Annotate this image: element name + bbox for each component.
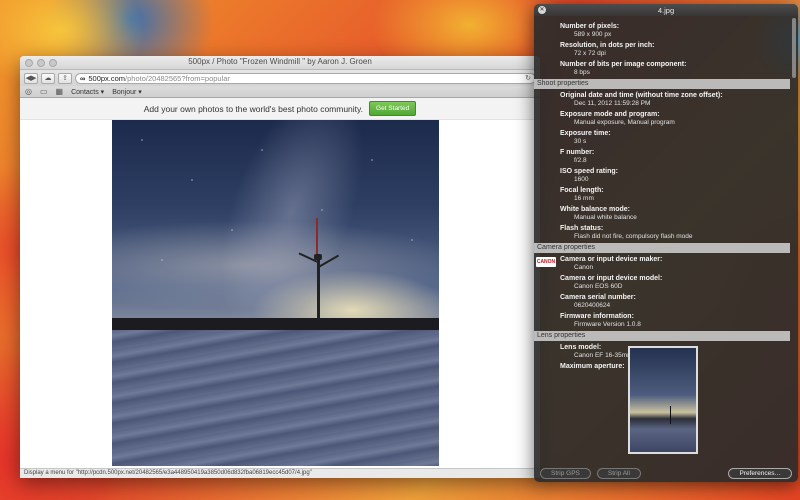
property-label: Exposure mode and program:: [560, 111, 660, 118]
promo-banner: Add your own photos to the world's best …: [20, 98, 540, 120]
property-row: Camera or input device model: Canon EOS …: [534, 274, 790, 291]
property-row: Number of bits per image component: 8 bp…: [534, 60, 790, 77]
property-label: Firmware information:: [560, 313, 634, 320]
window-title: 500px / Photo "Frozen Windmill " by Aaro…: [188, 57, 372, 66]
property-value: Manual exposure, Manual program: [574, 119, 675, 126]
property-value: Flash did not fire, compulsory flash mod…: [574, 233, 693, 240]
property-label: Number of bits per image component:: [560, 61, 687, 68]
reading-list-icon[interactable]: ◎: [25, 87, 32, 96]
property-row: Exposure mode and program: Manual exposu…: [534, 110, 790, 127]
property-value: Canon EOS 60D: [574, 283, 623, 290]
close-icon[interactable]: ✕: [538, 6, 546, 14]
property-row: F number: f/2.8: [534, 148, 790, 165]
windmill-blade: [316, 218, 318, 258]
camera-properties-block: CANON Camera or input device maker: Cano…: [534, 255, 790, 329]
property-value: f/2.8: [574, 157, 587, 164]
main-photo[interactable]: [112, 120, 439, 466]
address-bar[interactable]: ∞ 500px.com/photo/20482565?from=popular …: [75, 72, 536, 84]
property-label: Original date and time (without time zon…: [560, 92, 723, 99]
get-started-button[interactable]: Get Started: [369, 101, 417, 116]
property-row: Resolution, in dots per inch: 72 x 72 dp…: [534, 41, 790, 58]
property-row: Firmware information: Firmware Version 1…: [534, 312, 790, 329]
property-value: 589 x 900 px: [574, 31, 612, 38]
info-panel-titlebar[interactable]: ✕ 4.jpg: [534, 4, 798, 16]
window-titlebar[interactable]: 500px / Photo "Frozen Windmill " by Aaro…: [20, 56, 540, 70]
url-host: 500px.com: [88, 73, 126, 83]
promo-text: Add your own photos to the world's best …: [143, 103, 364, 114]
browser-window: 500px / Photo "Frozen Windmill " by Aaro…: [20, 56, 540, 478]
forward-arrow-icon: ▶: [31, 75, 37, 82]
cloud-icon: ☁: [44, 75, 52, 82]
bookmarks-book-icon[interactable]: ▭: [40, 87, 48, 96]
property-label: ISO speed rating:: [560, 168, 618, 175]
property-row: Focal length: 16 mm: [534, 186, 790, 203]
bookmark-bonjour[interactable]: Bonjour ▾: [112, 88, 142, 96]
property-row: Camera serial number: 0620400624: [534, 293, 790, 310]
property-label: White balance mode:: [560, 206, 631, 213]
site-logo-icon: ∞: [80, 73, 86, 83]
thumbnail-windmill: [670, 406, 671, 424]
property-value: 8 bps: [574, 69, 590, 76]
photo-thumbnail: [628, 346, 698, 454]
property-row: Exposure time: 30 s: [534, 129, 790, 146]
property-label: Focal length:: [560, 187, 604, 194]
top-sites-grid-icon[interactable]: ▦: [56, 87, 64, 96]
property-row: White balance mode: Manual white balance: [534, 205, 790, 222]
shoot-properties-header: Shoot properties: [534, 79, 790, 89]
bookmarks-bar: ◎ ▭ ▦ Contacts ▾ Bonjour ▾: [20, 86, 540, 98]
property-value: 16 mm: [574, 195, 594, 202]
photo-snow: [112, 330, 439, 466]
property-row: ISO speed rating: 1600: [534, 167, 790, 184]
property-value: Dec 11, 2012 11:59:28 PM: [574, 100, 651, 107]
property-value: 30 s: [574, 138, 587, 145]
property-row: Camera or input device maker: Canon: [534, 255, 790, 272]
property-label: Resolution, in dots per inch:: [560, 42, 655, 49]
preferences-button[interactable]: Preferences…: [728, 467, 792, 479]
property-label: Exposure time:: [560, 130, 611, 137]
info-panel-scrollbar[interactable]: [792, 18, 796, 78]
property-row: Number of pixels: 589 x 900 px: [534, 22, 790, 39]
lens-properties-header: Lens properties: [534, 331, 790, 341]
info-panel: ✕ 4.jpg Number of pixels: 589 x 900 px R…: [534, 4, 798, 482]
property-label: Flash status:: [560, 225, 604, 232]
property-value: 1600: [574, 176, 589, 183]
browser-toolbar: ◀ ▶ ☁ ⇪ ∞ 500px.com/photo/20482565?from=p…: [20, 70, 540, 86]
property-value: 72 x 72 dpi: [574, 50, 606, 57]
bookmark-contacts[interactable]: Contacts ▾: [71, 88, 104, 96]
camera-properties-header: Camera properties: [534, 243, 790, 253]
property-value: 0620400624: [574, 302, 611, 309]
share-icon: ⇪: [62, 75, 68, 82]
info-panel-footer: Strip GPS Strip All Preferences…: [534, 464, 798, 482]
property-value: Manual white balance: [574, 214, 637, 221]
property-label: F number:: [560, 149, 595, 156]
url-path: /photo/20482565?from=popular: [125, 73, 230, 83]
property-label: Camera serial number:: [560, 294, 636, 301]
strip-all-button[interactable]: Strip All: [596, 467, 641, 479]
photo-viewer: [20, 120, 540, 466]
property-label: Camera or input device maker:: [560, 256, 663, 263]
property-value: Canon: [574, 264, 594, 271]
share-button[interactable]: ⇪: [58, 72, 72, 84]
icloud-tabs-button[interactable]: ☁: [41, 72, 55, 84]
property-label: Number of pixels:: [560, 23, 620, 30]
property-row: Original date and time (without time zon…: [534, 91, 790, 108]
property-row: Flash status: Flash did not fire, compul…: [534, 224, 790, 241]
canon-logo-icon: CANON: [536, 257, 556, 267]
status-bar: Display a menu for "http://pcdn.500px.ne…: [20, 468, 540, 478]
info-panel-title: 4.jpg: [657, 6, 675, 15]
reload-icon[interactable]: ↻: [525, 74, 531, 82]
property-value: Firmware Version 1.0.8: [574, 321, 641, 328]
windmill-hub: [314, 254, 322, 260]
strip-gps-button[interactable]: Strip GPS: [540, 467, 591, 479]
property-label: Camera or input device model:: [560, 275, 663, 282]
back-forward-button[interactable]: ◀ ▶: [24, 72, 38, 84]
